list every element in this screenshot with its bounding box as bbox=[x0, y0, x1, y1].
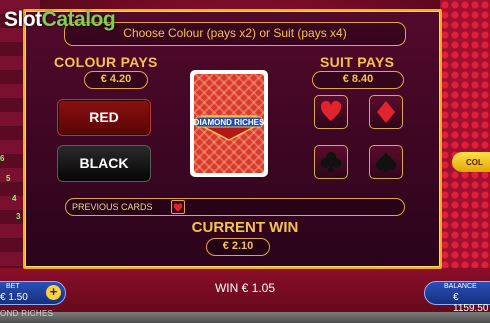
suit-pays-value: € 8.40 bbox=[342, 73, 374, 85]
heart-icon bbox=[173, 203, 183, 212]
slotcatalog-watermark: SlotCatalog bbox=[4, 8, 116, 32]
clubs-button[interactable] bbox=[314, 145, 348, 179]
card-brand-text: DIAMOND RICHES bbox=[194, 118, 264, 127]
reel-number: 6 bbox=[0, 154, 5, 163]
status-strip bbox=[0, 312, 490, 323]
side-colour-button[interactable]: COL bbox=[452, 152, 490, 172]
card-back: DIAMOND RICHES bbox=[190, 70, 268, 177]
club-icon bbox=[320, 152, 342, 172]
balance-value: € 1159.50 bbox=[453, 292, 489, 314]
hearts-button[interactable] bbox=[314, 95, 348, 129]
black-button[interactable]: BLACK bbox=[57, 145, 151, 182]
colour-pays-heading: COLOUR PAYS bbox=[54, 54, 158, 70]
game-name: OND RICHES bbox=[0, 309, 54, 318]
current-win-value: € 2.10 bbox=[222, 240, 254, 252]
win-amount: WIN € 1.05 bbox=[214, 281, 276, 295]
colour-pays-value: € 4.20 bbox=[100, 73, 132, 85]
spades-button[interactable] bbox=[369, 145, 403, 179]
watermark-catalog: Catalog bbox=[41, 8, 116, 31]
instruction-text: Choose Colour (pays x2) or Suit (pays x4… bbox=[123, 26, 347, 40]
heart-icon bbox=[320, 100, 342, 121]
diamonds-button[interactable] bbox=[369, 95, 403, 129]
previous-card bbox=[171, 200, 185, 214]
current-win-heading: CURRENT WIN bbox=[191, 219, 299, 236]
spade-icon bbox=[375, 152, 397, 172]
suit-pays-heading: SUIT PAYS bbox=[320, 54, 395, 70]
watermark-slot: Slot bbox=[4, 8, 42, 31]
diamond-riches-logo: DIAMOND RICHES bbox=[194, 115, 264, 141]
previous-cards-label: PREVIOUS CARDS bbox=[72, 202, 153, 212]
balance-label: BALANCE bbox=[444, 283, 477, 290]
red-button[interactable]: RED bbox=[57, 99, 151, 136]
reel-number: 5 bbox=[6, 174, 11, 183]
reel-number: 4 bbox=[12, 194, 17, 203]
diamond-icon bbox=[377, 101, 395, 123]
